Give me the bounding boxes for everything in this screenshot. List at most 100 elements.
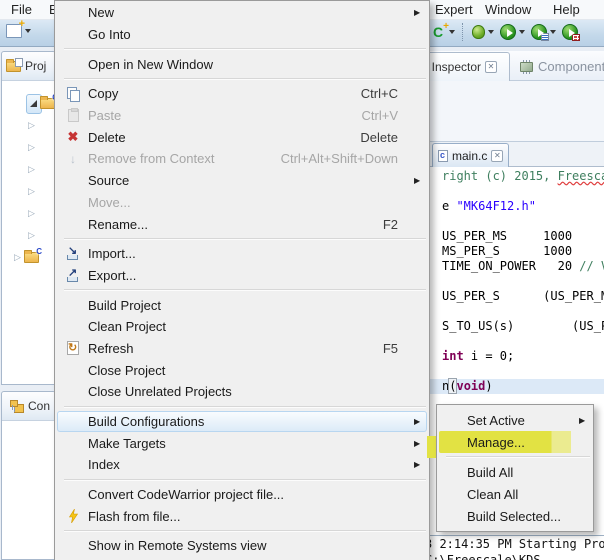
tree-item-row[interactable]: ▷ (2, 136, 55, 158)
run-button[interactable] (498, 23, 527, 41)
menu-item-refresh[interactable]: Refresh F5 (57, 338, 427, 360)
menu-item-import[interactable]: ↘ Import... (57, 243, 427, 265)
menu-item-build-configurations[interactable]: Build Configurations ▶ (57, 410, 427, 433)
menu-help[interactable]: Help (550, 2, 583, 18)
chevron-down-icon[interactable] (25, 29, 31, 33)
code-line: right (c) 2015, Freescale (442, 169, 604, 183)
project-explorer-tabbar[interactable]: Proj (2, 52, 55, 81)
import-icon: ↘ (58, 244, 88, 264)
collapsed-twisty-icon[interactable]: ▷ (28, 230, 35, 240)
chevron-down-icon[interactable] (550, 30, 556, 34)
chevron-down-icon[interactable] (449, 30, 455, 34)
submenu-arrow-icon: ▶ (579, 415, 586, 425)
menu-item-build-selected[interactable]: Build Selected... (439, 505, 591, 527)
new-c-project-icon: C (430, 19, 449, 40)
menu-item-close-project[interactable]: Close Project (57, 359, 427, 381)
tree-item-row[interactable]: ▷ (2, 114, 55, 136)
menu-item-label: Manage... (467, 434, 525, 450)
collapsed-twisty-icon[interactable]: ▷ (14, 252, 21, 262)
menu-item-export[interactable]: ↗ Export... (57, 265, 427, 287)
profile-button[interactable] (529, 23, 558, 41)
menu-expert[interactable]: Expert (432, 2, 476, 18)
menu-item-shortcut: F2 (382, 216, 398, 232)
tree-item-row[interactable]: ▷ (2, 224, 55, 246)
close-icon[interactable]: ✕ (485, 61, 498, 73)
menu-separator (64, 286, 426, 294)
bottom-left-tabbar[interactable]: Con (2, 392, 55, 421)
close-icon[interactable]: ✕ (491, 150, 504, 162)
menu-item-shortcut: Ctrl+V (361, 108, 398, 124)
menu-item-close-unrelated-projects[interactable]: Close Unrelated Projects (57, 381, 427, 403)
tab-main-c[interactable]: main.c ✕ (432, 143, 510, 168)
menu-item-open-in-new-window[interactable]: Open in New Window (57, 53, 427, 75)
menu-item-source[interactable]: Source ▶ (57, 170, 427, 192)
menu-item-label: Index (88, 457, 120, 473)
menu-item-clean-project[interactable]: Clean Project (57, 316, 427, 338)
menu-file[interactable]: File (8, 2, 35, 18)
menu-item-show-in-remote-systems-view[interactable]: Show in Remote Systems view (57, 535, 427, 557)
tab-component-inspector[interactable]: t Inspector ✕ (418, 52, 510, 81)
menu-item-go-into[interactable]: Go Into (57, 24, 427, 46)
chevron-down-icon[interactable] (488, 30, 494, 34)
menu-item-label: Build All (467, 464, 514, 480)
menu-window[interactable]: Window (482, 2, 534, 18)
new-c-project-button[interactable]: C (428, 19, 457, 41)
menu-item-label: Build Project (88, 297, 161, 313)
console-view[interactable]: 3 2:14:35 PM Starting Proc C:\Freescale\K… (424, 535, 604, 560)
run-external-button[interactable] (560, 23, 580, 41)
submenu-arrow-icon: ▶ (414, 417, 421, 427)
menu-item-make-targets[interactable]: Make Targets ▶ (57, 432, 427, 454)
tree-project-row[interactable]: ▷ C (2, 246, 55, 268)
debug-button[interactable] (470, 24, 496, 40)
menu-item-label: New (88, 5, 115, 21)
menu-item-build-all[interactable]: Build All (439, 461, 591, 483)
menu-item-flash-from-file[interactable]: Flash from file... (57, 505, 427, 527)
code-lines: right (c) 2015, Freescale e "MK64F12.h" US… (425, 169, 604, 394)
new-file-button[interactable] (4, 18, 33, 39)
menu-icon-slot (58, 295, 88, 315)
collapsed-twisty-icon[interactable]: ▷ (28, 208, 35, 218)
menu-item-set-active[interactable]: Set Active ▶ (439, 409, 591, 431)
menu-item-paste[interactable]: Paste Ctrl+V (57, 105, 427, 127)
submenu-arrow-icon: ▶ (414, 438, 421, 448)
menu-item-clean-all[interactable]: Clean All (439, 483, 591, 505)
menu-item-label: Refresh (88, 340, 134, 356)
menu-item-copy[interactable]: Copy Ctrl+C (57, 83, 427, 105)
menu-separator (64, 45, 426, 53)
chevron-down-icon[interactable] (519, 30, 525, 34)
menu-item-rename[interactable]: Rename... F2 (57, 213, 427, 235)
menu-item-move[interactable]: Move... (57, 192, 427, 214)
menu-icon-slot (58, 433, 88, 453)
editor-tabbar: main.c ✕ (424, 141, 604, 168)
menu-item-build-project[interactable]: Build Project (57, 294, 427, 316)
console-line: C:\Freescale\KDS (425, 553, 541, 560)
collapsed-twisty-icon[interactable]: ▷ (28, 120, 35, 130)
menu-item-remove-from-context[interactable]: ↓ Remove from Context Ctrl+Alt+Shift+Down (57, 148, 427, 170)
export-icon: ↗ (58, 266, 88, 286)
tree-project-row[interactable]: C (2, 92, 58, 114)
tree-item-row[interactable]: ▷ (2, 180, 55, 202)
code-line: e "MK64F12.h" (442, 199, 536, 213)
menu-item-manage[interactable]: Manage... (439, 431, 591, 453)
menu-item-label: Remove from Context (88, 151, 215, 167)
expanded-twisty-icon[interactable] (30, 99, 37, 107)
menu-item-delete[interactable]: ✖ Delete Delete (57, 126, 427, 148)
menu-icon-slot (439, 409, 467, 431)
tree-item-row[interactable]: ▷ (2, 202, 55, 224)
code-line: MS_PER_S 1000 (442, 244, 573, 258)
collapsed-twisty-icon[interactable]: ▷ (28, 142, 35, 152)
tab-component[interactable]: Component (514, 52, 604, 81)
menu-icon-slot (58, 360, 88, 380)
menu-item-index[interactable]: Index ▶ (57, 454, 427, 476)
chip-icon (520, 59, 533, 74)
menu-item-new[interactable]: New ▶ (57, 2, 427, 24)
collapsed-twisty-icon[interactable]: ▷ (28, 164, 35, 174)
menu-item-convert-codewarrior-project-file[interactable]: Convert CodeWarrior project file... (57, 484, 427, 506)
project-tree: C▷▷▷▷▷▷▷C (2, 92, 58, 268)
collapsed-twisty-icon[interactable]: ▷ (28, 186, 35, 196)
context-menu: New ▶ Go Into Open in New Window Copy Ctrl+C P… (54, 0, 430, 560)
tree-item-row[interactable]: ▷ (2, 158, 55, 180)
menu-icon-slot (58, 412, 88, 432)
